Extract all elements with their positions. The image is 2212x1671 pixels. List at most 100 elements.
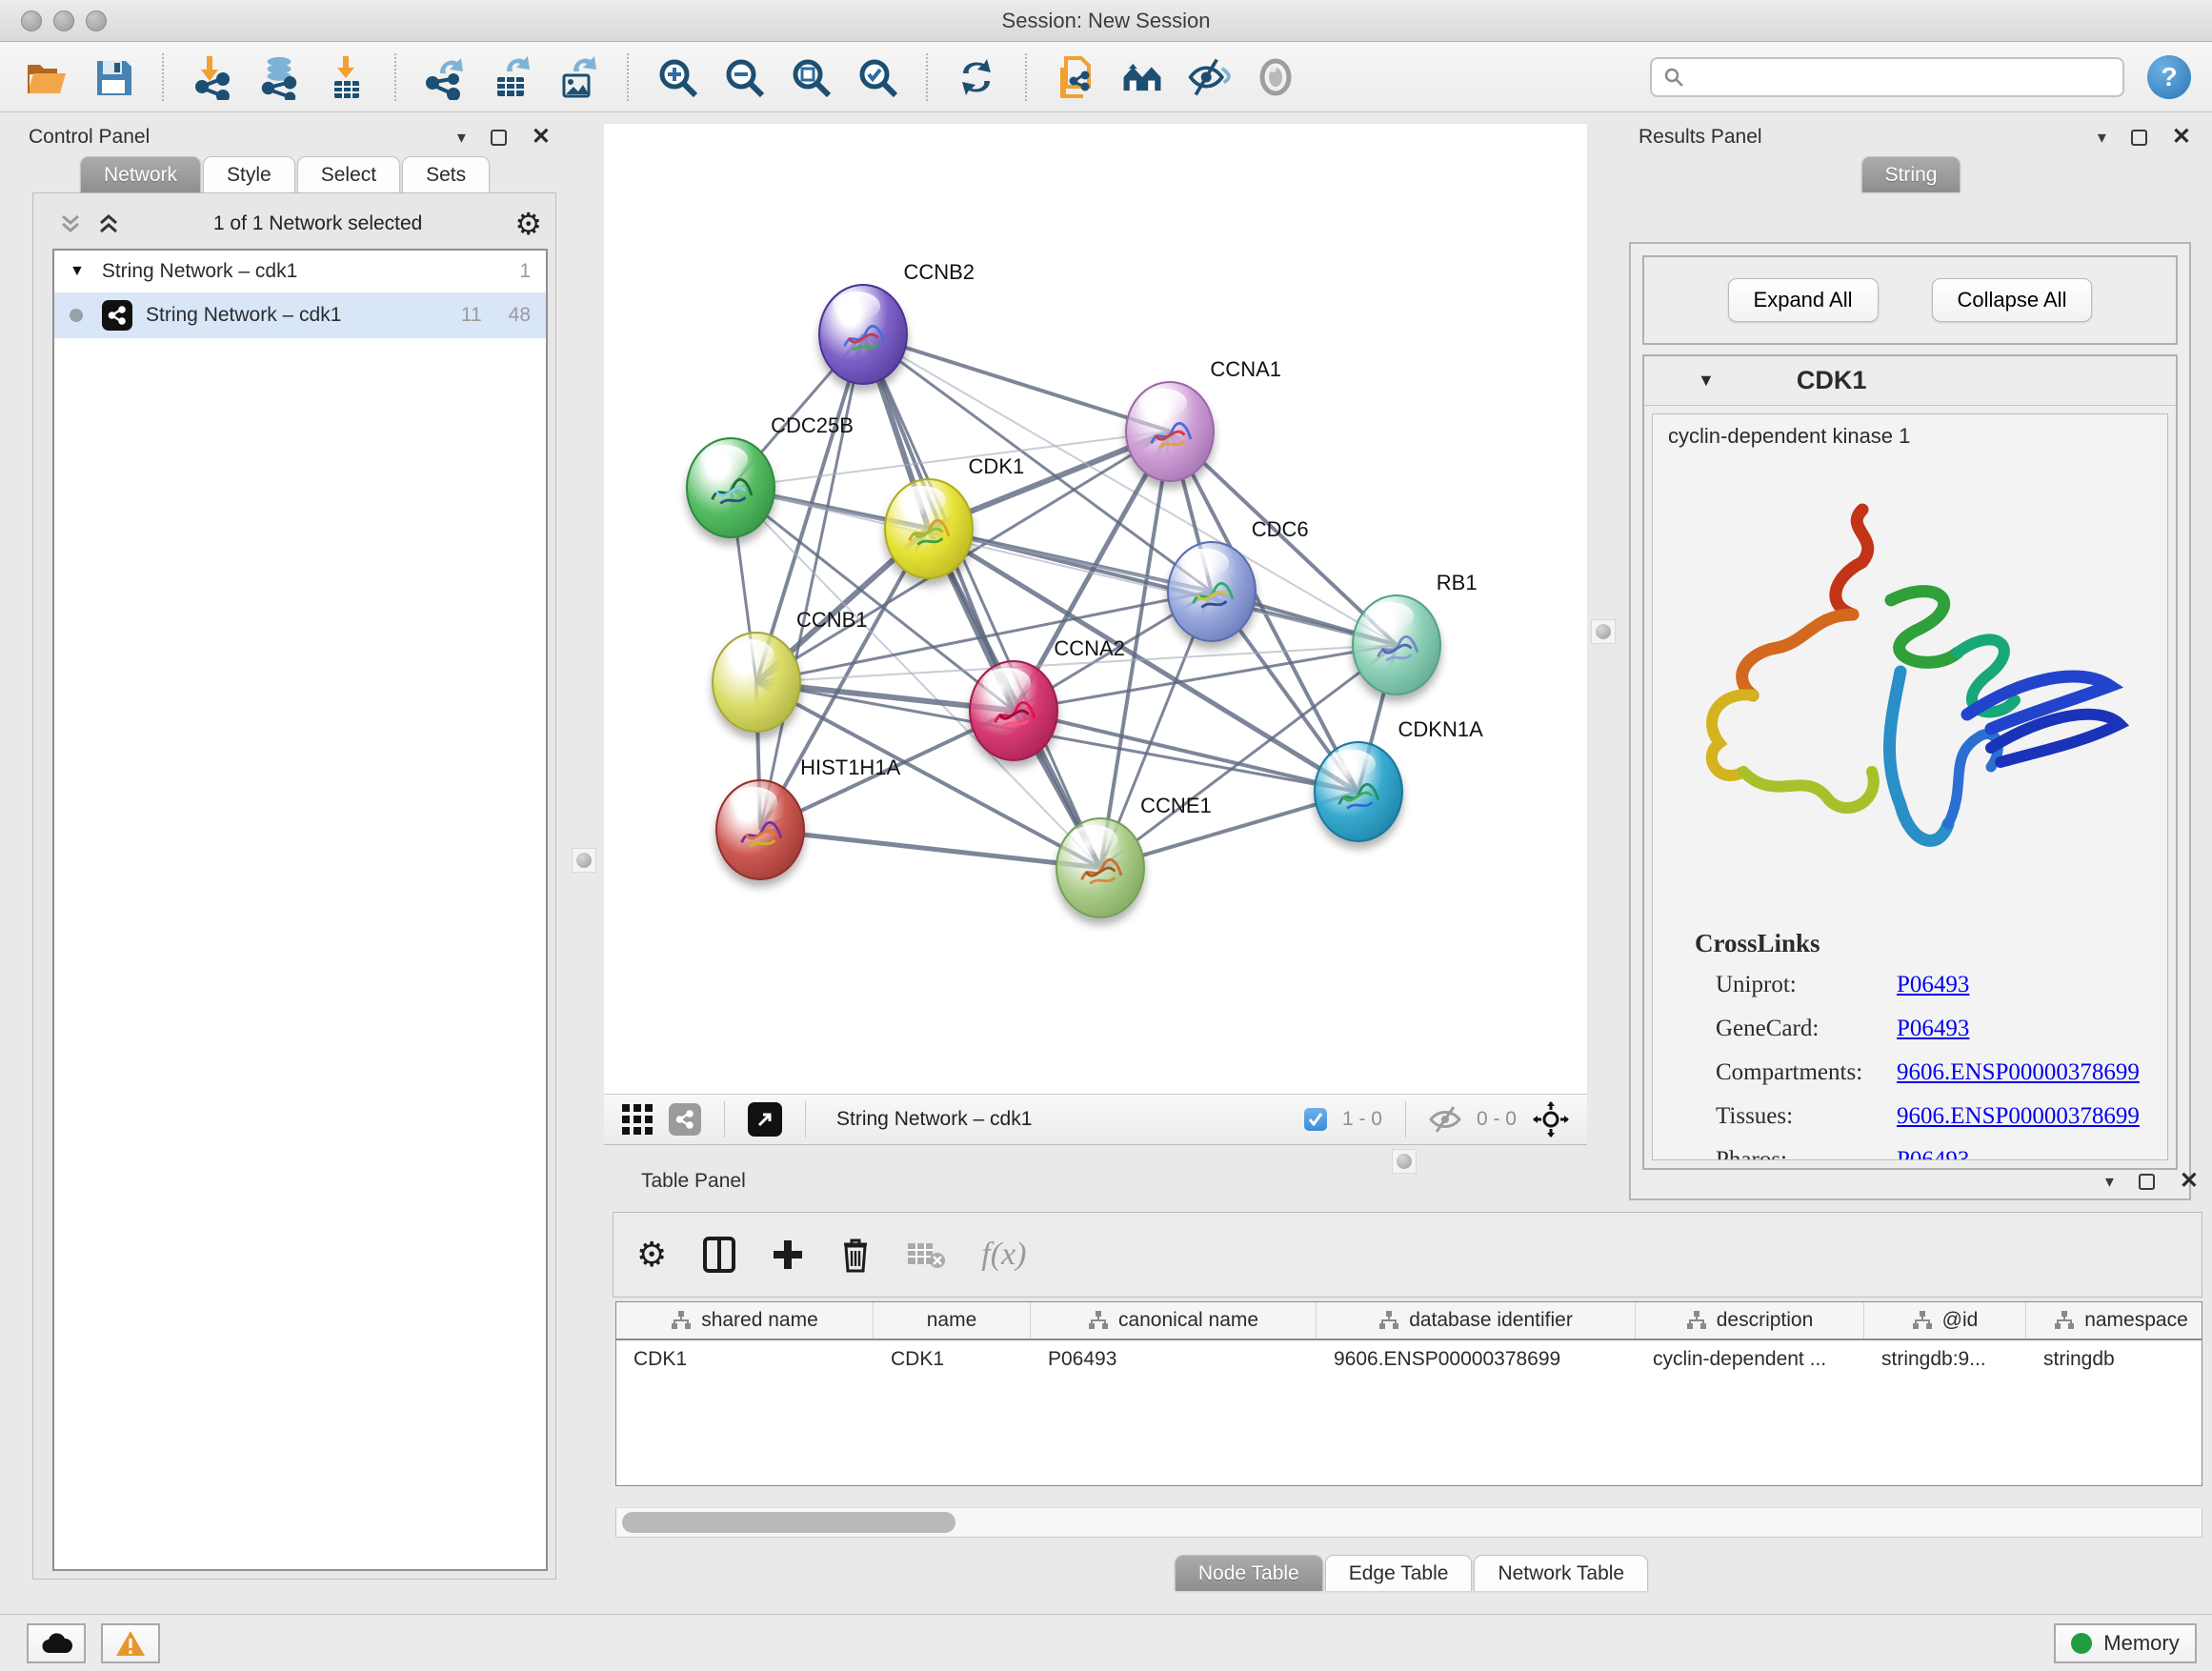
network-row-selected[interactable]: String Network – cdk1 11 48 bbox=[54, 292, 546, 338]
birds-eye-view-icon[interactable] bbox=[621, 1103, 654, 1136]
crosslink-link[interactable]: P06493 bbox=[1897, 972, 1969, 998]
network-node-CDC25B[interactable] bbox=[686, 437, 775, 538]
column-header-description[interactable]: description bbox=[1636, 1302, 1864, 1339]
column-header--id[interactable]: @id bbox=[1864, 1302, 2026, 1339]
search-input[interactable] bbox=[1692, 66, 2111, 88]
table-options-gear-icon[interactable]: ⚙ bbox=[636, 1235, 667, 1275]
zoom-fit-icon[interactable] bbox=[789, 55, 833, 99]
panel-menu-icon[interactable]: ▾ bbox=[457, 129, 466, 146]
zoom-in-icon[interactable] bbox=[655, 55, 699, 99]
annotation-mode-icon[interactable] bbox=[669, 1103, 701, 1136]
warnings-button[interactable] bbox=[101, 1623, 160, 1663]
open-in-browser-icon[interactable] bbox=[748, 1102, 782, 1137]
help-button[interactable]: ? bbox=[2147, 55, 2191, 99]
fit-content-crosshair-icon[interactable] bbox=[1532, 1100, 1570, 1138]
section-caret-icon[interactable]: ▼ bbox=[1698, 371, 1715, 391]
export-network-icon[interactable] bbox=[423, 55, 467, 99]
cloud-status-button[interactable] bbox=[27, 1623, 86, 1663]
tab-select[interactable]: Select bbox=[297, 156, 400, 192]
table-cell[interactable]: cyclin-dependent ... bbox=[1636, 1340, 1864, 1384]
hide-graphics-details-icon[interactable] bbox=[1187, 55, 1231, 99]
crosslink-link[interactable]: P06493 bbox=[1897, 1147, 1969, 1160]
table-horizontal-scrollbar[interactable] bbox=[615, 1507, 2202, 1538]
table-cell[interactable]: stringdb:9... bbox=[1864, 1340, 2026, 1384]
selected-items-checkbox-icon[interactable] bbox=[1304, 1108, 1327, 1131]
expand-all-icon[interactable] bbox=[96, 212, 121, 235]
tab-sets[interactable]: Sets bbox=[402, 156, 490, 192]
import-network-from-file-icon[interactable] bbox=[191, 55, 234, 99]
memory-button[interactable]: Memory bbox=[2054, 1623, 2197, 1663]
save-session-icon[interactable] bbox=[91, 55, 135, 99]
import-network-from-database-icon[interactable] bbox=[257, 55, 301, 99]
table-cell[interactable]: 9606.ENSP00000378699 bbox=[1317, 1340, 1636, 1384]
column-header-canonical-name[interactable]: canonical name bbox=[1031, 1302, 1317, 1339]
collapse-all-button[interactable]: Collapse All bbox=[1932, 278, 2093, 322]
search-box[interactable] bbox=[1650, 57, 2124, 97]
table-cell[interactable]: stringdb bbox=[2026, 1340, 2202, 1384]
network-edge-HIST1H1A-CCNE1[interactable] bbox=[760, 830, 1100, 868]
table-cell[interactable]: CDK1 bbox=[616, 1340, 874, 1384]
tab-edge-table[interactable]: Edge Table bbox=[1325, 1555, 1473, 1591]
network-edge-CCNB2-CCNE1[interactable] bbox=[863, 334, 1100, 868]
network-node-CCNE1[interactable] bbox=[1056, 817, 1145, 918]
apply-layout-icon[interactable] bbox=[955, 55, 998, 99]
zoom-selected-icon[interactable] bbox=[855, 55, 899, 99]
crosslink-link[interactable]: 9606.ENSP00000378699 bbox=[1897, 1103, 2140, 1130]
network-node-CCNB2[interactable] bbox=[818, 284, 908, 385]
zoom-out-icon[interactable] bbox=[722, 55, 766, 99]
network-canvas[interactable]: CCNB2CCNA1CDC25BCDK1CDC6RB1CCNB1CCNA2CDK… bbox=[604, 124, 1587, 1094]
crosslink-link[interactable]: P06493 bbox=[1897, 1016, 1969, 1042]
network-collection-row[interactable]: ▼ String Network – cdk1 1 bbox=[54, 251, 546, 292]
network-edge-CCNB2-CCNA1[interactable] bbox=[863, 334, 1170, 432]
expand-all-button[interactable]: Expand All bbox=[1728, 278, 1879, 322]
panel-float-icon[interactable] bbox=[2139, 1174, 2155, 1190]
collection-caret-icon[interactable]: ▼ bbox=[70, 263, 85, 280]
show-columns-icon[interactable] bbox=[703, 1237, 735, 1273]
table-row[interactable]: CDK1CDK1P064939606.ENSP00000378699cyclin… bbox=[616, 1340, 2202, 1384]
right-splitter-grip[interactable] bbox=[1591, 619, 1616, 644]
tab-node-table[interactable]: Node Table bbox=[1175, 1555, 1323, 1591]
panel-float-icon[interactable] bbox=[491, 130, 507, 146]
collection-label: String Network – cdk1 bbox=[102, 260, 297, 283]
export-image-icon[interactable] bbox=[556, 55, 600, 99]
panel-close-icon[interactable]: ✕ bbox=[2180, 1170, 2199, 1193]
protein-ribbon-thumbnail bbox=[895, 501, 960, 563]
protein-section-header[interactable]: ▼ CDK1 bbox=[1644, 356, 2176, 406]
tab-network[interactable]: Network bbox=[80, 156, 201, 192]
import-table-from-file-icon[interactable] bbox=[324, 55, 368, 99]
column-header-shared-name[interactable]: shared name bbox=[616, 1302, 874, 1339]
panel-close-icon[interactable]: ✕ bbox=[2172, 126, 2191, 149]
create-column-icon[interactable] bbox=[772, 1238, 804, 1271]
column-header-namespace[interactable]: namespace bbox=[2026, 1302, 2202, 1339]
tab-style[interactable]: Style bbox=[203, 156, 295, 192]
network-node-CDKN1A[interactable] bbox=[1314, 741, 1403, 842]
crosslink-link[interactable]: 9606.ENSP00000378699 bbox=[1897, 1059, 2140, 1086]
open-session-icon[interactable] bbox=[25, 55, 69, 99]
table-cell[interactable]: CDK1 bbox=[874, 1340, 1031, 1384]
network-overview-houses-icon[interactable] bbox=[1120, 55, 1164, 99]
panel-menu-icon[interactable]: ▾ bbox=[2098, 129, 2106, 146]
panel-menu-icon[interactable]: ▾ bbox=[2105, 1173, 2114, 1190]
tab-network-table[interactable]: Network Table bbox=[1474, 1555, 1648, 1591]
hidden-items-eye-slash-icon[interactable] bbox=[1429, 1106, 1461, 1133]
network-node-CDC6[interactable] bbox=[1167, 541, 1257, 642]
scrollbar-thumb[interactable] bbox=[622, 1512, 955, 1533]
left-splitter-grip[interactable] bbox=[572, 848, 596, 873]
panel-float-icon[interactable] bbox=[2131, 130, 2147, 146]
network-node-RB1[interactable] bbox=[1352, 594, 1441, 695]
collapse-all-icon[interactable] bbox=[58, 212, 83, 235]
column-header-database-identifier[interactable]: database identifier bbox=[1317, 1302, 1636, 1339]
export-table-icon[interactable] bbox=[490, 55, 533, 99]
network-node-HIST1H1A[interactable] bbox=[715, 779, 805, 880]
column-header-name[interactable]: name bbox=[874, 1302, 1031, 1339]
table-cell[interactable]: P06493 bbox=[1031, 1340, 1317, 1384]
network-options-gear-icon[interactable]: ⚙ bbox=[514, 209, 542, 239]
tab-string[interactable]: String bbox=[1861, 156, 1961, 192]
network-node-CCNB1[interactable] bbox=[712, 632, 801, 733]
panel-close-icon[interactable]: ✕ bbox=[532, 126, 551, 149]
network-node-CCNA2[interactable] bbox=[969, 660, 1058, 761]
delete-column-trash-icon[interactable] bbox=[840, 1237, 871, 1273]
clone-network-icon[interactable] bbox=[1054, 55, 1097, 99]
network-node-CCNA1[interactable] bbox=[1125, 381, 1215, 482]
network-node-CDK1[interactable] bbox=[884, 478, 974, 579]
